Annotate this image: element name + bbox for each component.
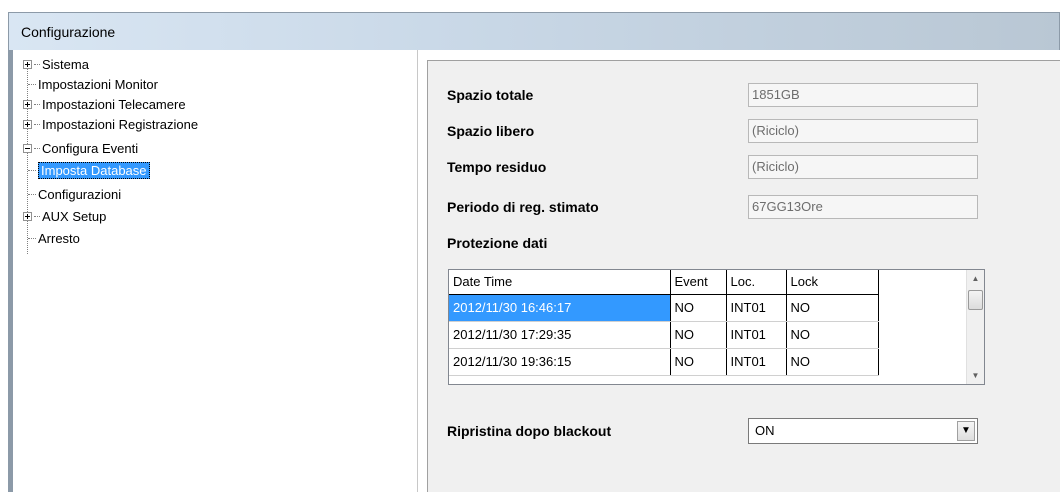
scroll-thumb[interactable] [968,290,983,310]
table-row[interactable]: 2012/11/30 17:29:35 NO INT01 NO [449,321,879,349]
column-header-date-time[interactable]: Date Time [449,270,671,295]
tree-item-impostazioni-registrazione[interactable]: Impostazioni Registrazione [13,114,198,134]
tree-item-aux-setup[interactable]: AUX Setup [13,206,106,226]
tree-item-label: Sistema [42,56,89,72]
collapse-minus-icon[interactable] [23,143,32,153]
tree-item-label: Imposta Database [38,161,150,179]
tree-item-configurazioni[interactable]: Configurazioni [13,184,121,204]
navigation-tree: Sistema Impostazioni Monitor Impostazion… [8,50,418,492]
estimated-period-field: 67GG13Ore [748,195,978,219]
tree-item-configura-eventi[interactable]: Configura Eventi [13,138,138,158]
tree-item-label: Configurazioni [38,186,122,202]
table-row[interactable]: 2012/11/30 16:46:17 NO INT01 NO [449,294,879,322]
expand-plus-icon[interactable] [23,119,32,129]
remaining-time-field: (Riciclo) [748,155,978,179]
cell-lock[interactable]: NO [786,321,879,349]
cell-lock[interactable]: NO [786,348,879,376]
data-protection-title: Protezione dati [447,235,548,251]
cell-date-time[interactable]: 2012/11/30 17:29:35 [449,321,671,349]
tree-item-imposta-database[interactable]: Imposta Database [13,160,150,180]
cell-location[interactable]: INT01 [726,294,787,322]
total-space-label: Spazio totale [447,87,534,103]
remaining-time-label: Tempo residuo [447,159,547,175]
free-space-label: Spazio libero [447,123,535,139]
expand-plus-icon[interactable] [23,211,32,221]
cell-date-time[interactable]: 2012/11/30 19:36:15 [449,348,671,376]
column-header-event[interactable]: Event [670,270,727,295]
grid-header-row: Date Time Event Loc. Lock [449,270,879,295]
cell-event[interactable]: NO [670,321,727,349]
tree-item-arresto[interactable]: Arresto [13,228,80,248]
tree-item-sistema[interactable]: Sistema [13,54,89,74]
estimated-period-label: Periodo di reg. stimato [447,199,599,215]
cell-location[interactable]: INT01 [726,321,787,349]
title-bar[interactable]: Configurazione [8,12,1060,50]
tree-item-label: Impostazioni Registrazione [42,116,199,132]
cell-event[interactable]: NO [670,348,727,376]
cell-location[interactable]: INT01 [726,348,787,376]
database-settings-panel: Spazio totale 1851GB Spazio libero (Rici… [427,60,1060,492]
free-space-field: (Riciclo) [748,119,978,143]
cell-lock[interactable]: NO [786,294,879,322]
expand-plus-icon[interactable] [23,59,32,69]
chevron-down-icon[interactable]: ▼ [957,421,975,441]
tree-item-impostazioni-monitor[interactable]: Impostazioni Monitor [13,74,158,94]
table-row[interactable]: 2012/11/30 19:36:15 NO INT01 NO [449,348,879,376]
total-space-field: 1851GB [748,83,978,107]
column-header-lock[interactable]: Lock [786,270,879,295]
configuration-window: Configurazione Sistema Impostazioni Moni… [0,0,1060,492]
tree-item-label: AUX Setup [42,208,107,224]
tree-item-impostazioni-telecamere[interactable]: Impostazioni Telecamere [13,94,186,114]
window-title: Configurazione [21,24,116,40]
cell-event[interactable]: NO [670,294,727,322]
scroll-down-arrow-icon[interactable]: ▼ [967,367,984,384]
blackout-restore-select[interactable]: ON ▼ [748,418,978,444]
tree-item-label: Impostazioni Telecamere [42,96,186,112]
select-value: ON [755,423,775,438]
grid-vertical-scrollbar[interactable]: ▲ ▼ [966,270,984,384]
expand-plus-icon[interactable] [23,99,32,109]
column-header-location[interactable]: Loc. [726,270,787,295]
tree-item-label: Arresto [38,230,80,246]
blackout-restore-label: Ripristina dopo blackout [447,423,612,439]
scroll-up-arrow-icon[interactable]: ▲ [967,270,984,287]
tree-item-label: Configura Eventi [42,140,139,156]
data-protection-grid[interactable]: Date Time Event Loc. Lock 2012/11/30 16:… [448,269,985,385]
cell-date-time[interactable]: 2012/11/30 16:46:17 [449,294,671,322]
tree-item-label: Impostazioni Monitor [38,76,158,92]
